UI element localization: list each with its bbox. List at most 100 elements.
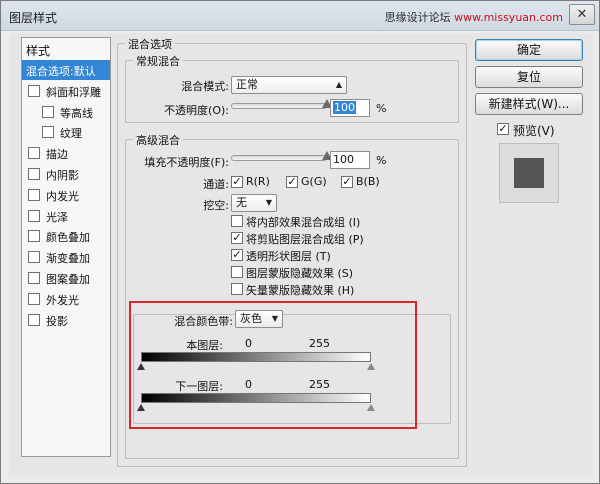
watermark-url: www.missyuan.com <box>454 11 563 24</box>
style-item-label: 颜色叠加 <box>46 231 90 245</box>
knockout-select[interactable]: 无 ▼ <box>231 194 277 212</box>
channel-r-label: R(R) <box>246 175 270 188</box>
opacity-input[interactable]: 100 <box>330 99 370 117</box>
channel-g-checkbox[interactable]: ✓ <box>286 176 298 188</box>
advanced-option-checkbox[interactable] <box>231 266 243 278</box>
style-item-label: 内发光 <box>46 189 79 203</box>
check-icon: ✓ <box>342 175 352 188</box>
advanced-option-checkbox[interactable]: ✓ <box>231 232 243 244</box>
check-icon: ✓ <box>287 175 297 188</box>
style-item[interactable]: 描边 <box>22 143 110 163</box>
style-item-checkbox[interactable] <box>28 168 40 180</box>
layer-style-dialog: 图层样式 思缘设计论坛 www.missyuan.com ✕ 样式 混合选项:默… <box>0 0 600 484</box>
close-icon: ✕ <box>576 7 588 22</box>
style-item-checkbox[interactable] <box>28 251 40 264</box>
style-item-label: 渐变叠加 <box>46 252 90 266</box>
style-item[interactable]: 外发光 <box>22 289 110 309</box>
opacity-label: 不透明度(O): <box>164 104 229 117</box>
style-item[interactable]: 图案叠加 <box>22 268 110 288</box>
style-item-checkbox[interactable] <box>42 126 54 139</box>
general-blending-title: 常规混合 <box>133 53 183 69</box>
watermark: 思缘设计论坛 www.missyuan.com <box>385 9 563 25</box>
check-icon: ✓ <box>498 122 508 135</box>
style-item-label: 混合选项:默认 <box>26 65 96 78</box>
advanced-option-label: 将剪贴图层混合成组 (P) <box>246 233 364 246</box>
style-item-checkbox[interactable] <box>28 313 40 326</box>
style-item-checkbox[interactable] <box>28 209 40 222</box>
advanced-option-label: 透明形状图层 (T) <box>246 250 331 263</box>
advanced-option-label: 矢量蒙版隐藏效果 (H) <box>246 284 355 297</box>
opacity-value: 100 <box>333 101 356 114</box>
style-item[interactable]: 渐变叠加 <box>22 247 110 267</box>
fill-opacity-label: 填充不透明度(F): <box>144 156 229 169</box>
preview-swatch <box>514 158 544 188</box>
opacity-unit: % <box>376 102 387 115</box>
updown-arrow-icon: ▲ <box>335 80 342 89</box>
blend-mode-label: 混合模式: <box>181 80 229 93</box>
check-icon: ✓ <box>232 231 242 244</box>
blend-mode-select[interactable]: 正常 ▲ <box>231 76 347 94</box>
fill-opacity-input[interactable]: 100 <box>330 151 370 169</box>
style-item-checkbox[interactable] <box>28 272 40 284</box>
title-bar[interactable]: 图层样式 思缘设计论坛 www.missyuan.com ✕ <box>1 1 599 31</box>
style-item[interactable]: 内阴影 <box>22 164 110 184</box>
advanced-blending-title: 高级混合 <box>133 132 183 148</box>
watermark-text: 思缘设计论坛 <box>384 11 451 24</box>
channel-g-label: G(G) <box>301 175 327 188</box>
close-button[interactable]: ✕ <box>569 4 595 25</box>
fill-opacity-value: 100 <box>333 153 354 166</box>
preview-label: 预览(V) <box>513 124 555 138</box>
style-item-checkbox[interactable] <box>28 84 40 97</box>
blending-options-title: 混合选项 <box>125 36 175 52</box>
updown-arrow-icon: ▼ <box>265 198 272 207</box>
ok-button[interactable]: 确定 <box>475 39 583 61</box>
dialog-body: 样式 混合选项:默认斜面和浮雕等高线纹理描边内阴影内发光光泽颜色叠加渐变叠加图案… <box>9 33 593 477</box>
style-item-checkbox[interactable] <box>28 147 40 160</box>
advanced-option-checkbox[interactable]: ✓ <box>231 249 243 261</box>
style-item[interactable]: 纹理 <box>22 122 110 142</box>
new-style-button[interactable]: 新建样式(W)... <box>475 93 583 115</box>
advanced-option-checkbox[interactable] <box>231 215 243 227</box>
style-item-label: 纹理 <box>60 127 82 141</box>
channel-b-label: B(B) <box>356 175 380 188</box>
styles-header: 样式 <box>26 44 51 58</box>
style-item-label: 斜面和浮雕 <box>46 85 101 99</box>
style-item[interactable]: 投影 <box>22 310 110 330</box>
style-item-label: 光泽 <box>46 210 68 224</box>
style-item[interactable]: 等高线 <box>22 102 110 122</box>
blend-mode-value: 正常 <box>236 78 258 91</box>
style-item[interactable]: 内发光 <box>22 185 110 205</box>
style-item-checkbox[interactable] <box>28 292 40 305</box>
knockout-value: 无 <box>236 196 247 209</box>
style-item-label: 内阴影 <box>46 169 79 182</box>
dialog-title: 图层样式 <box>9 11 58 25</box>
annotation-highlight-box <box>129 301 417 429</box>
style-item-label: 描边 <box>46 148 68 162</box>
style-item-label: 外发光 <box>46 293 79 307</box>
style-item-checkbox[interactable] <box>42 105 54 118</box>
advanced-option-label: 图层蒙版隐藏效果 (S) <box>246 267 354 280</box>
reset-button[interactable]: 复位 <box>475 66 583 88</box>
channel-r-checkbox[interactable]: ✓ <box>231 176 243 188</box>
style-item-checkbox[interactable] <box>28 188 40 201</box>
channel-b-checkbox[interactable]: ✓ <box>341 176 353 188</box>
style-item-checkbox[interactable] <box>28 230 40 243</box>
opacity-slider[interactable] <box>231 103 327 109</box>
style-item[interactable]: 颜色叠加 <box>22 226 110 246</box>
channels-label: 通道: <box>203 178 229 191</box>
style-item[interactable]: 混合选项:默认 <box>22 60 110 80</box>
advanced-option-checkbox[interactable] <box>231 283 243 295</box>
preview-box <box>499 143 559 203</box>
check-icon: ✓ <box>232 175 242 188</box>
advanced-option-label: 将内部效果混合成组 (I) <box>246 216 361 229</box>
preview-checkbox[interactable]: ✓ <box>497 123 509 135</box>
styles-list: 样式 混合选项:默认斜面和浮雕等高线纹理描边内阴影内发光光泽颜色叠加渐变叠加图案… <box>21 37 111 457</box>
style-item-label: 等高线 <box>60 106 93 120</box>
style-item[interactable]: 光泽 <box>22 206 110 226</box>
knockout-label: 挖空: <box>203 199 229 212</box>
style-item[interactable]: 斜面和浮雕 <box>22 81 110 101</box>
fill-opacity-unit: % <box>376 154 387 167</box>
style-item-label: 图案叠加 <box>46 273 90 286</box>
check-icon: ✓ <box>232 248 242 261</box>
fill-opacity-slider[interactable] <box>231 155 327 161</box>
